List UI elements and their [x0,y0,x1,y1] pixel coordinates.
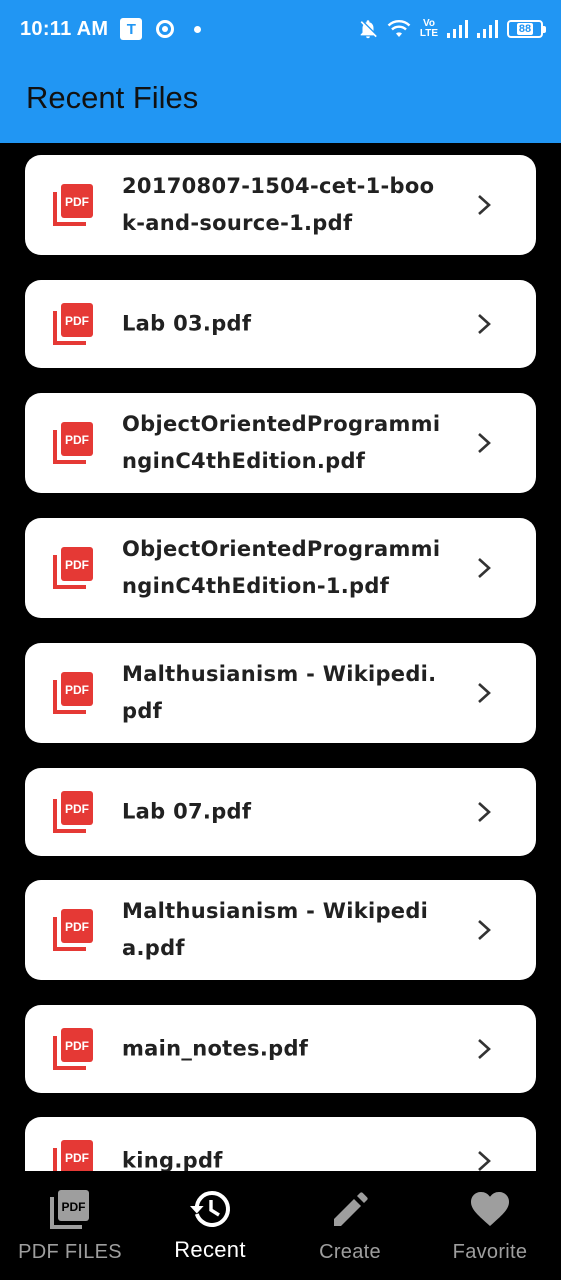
file-item[interactable]: PDF king.pdf [25,1117,536,1171]
file-item[interactable]: PDF 20170807-1504-cet-1-book-and-source-… [25,155,536,255]
file-item[interactable]: PDF Malthusianism - Wikipedi.pdf [25,643,536,743]
picture-as-pdf-icon: PDF [53,303,93,345]
file-name: main_notes.pdf [122,1036,309,1061]
svg-text:PDF: PDF [65,314,89,328]
chevron-right-icon[interactable] [475,193,493,217]
svg-text:PDF: PDF [65,558,89,572]
file-item[interactable]: PDF main_notes.pdf [25,1005,536,1093]
svg-text:PDF: PDF [65,1151,89,1165]
nav-label: Recent [174,1237,246,1262]
chevron-right-icon[interactable] [475,681,493,705]
svg-text:PDF: PDF [65,1039,89,1053]
bell-off-icon [360,20,377,39]
nav-label: PDF FILES [18,1241,122,1263]
t-app-icon: T [120,18,143,40]
chevron-right-icon[interactable] [475,800,493,824]
file-name: Lab 07.pdf [122,799,252,824]
picture-as-pdf-icon: PDF [53,791,93,833]
picture-as-pdf-icon: PDF [53,1028,93,1070]
nav-item-pdf-files[interactable]: PDF PDF FILES [0,1171,140,1280]
file-name: Malthusianism - Wikipedi.pdf [122,662,437,723]
file-name: king.pdf [122,1148,223,1172]
notification-dot-icon [194,25,202,33]
chevron-right-icon[interactable] [475,1149,493,1171]
svg-text:PDF: PDF [65,683,89,697]
picture-as-pdf-icon: PDF [53,184,93,226]
recent-files-list[interactable]: PDF 20170807-1504-cet-1-book-and-source-… [0,143,561,1171]
battery-icon: 88 [507,20,546,38]
file-name: Malthusianism - Wikipedia.pdf [122,899,429,960]
chevron-right-icon[interactable] [475,431,493,455]
battery-level: 88 [516,23,534,35]
picture-as-pdf-icon: PDF [50,1190,89,1229]
file-item[interactable]: PDF ObjectOrientedProgramminginC4thEditi… [25,393,536,493]
picture-as-pdf-icon: PDF [53,909,93,951]
picture-as-pdf-icon: PDF [53,547,93,589]
nav-item-favorite[interactable]: Favorite [420,1171,560,1280]
nav-label: Create [319,1241,381,1263]
picture-as-pdf-icon: PDF [53,1140,93,1171]
chevron-right-icon[interactable] [475,918,493,942]
svg-text:PDF: PDF [65,195,89,209]
file-name: ObjectOrientedProgramminginC4thEdition-1… [122,537,441,598]
file-item[interactable]: PDF Lab 07.pdf [25,768,536,856]
signal-icon-2 [477,20,498,38]
file-name: Lab 03.pdf [122,311,252,336]
nav-item-recent[interactable]: Recent [140,1171,280,1280]
status-time: 10:11 AM [20,17,109,40]
wifi-icon [387,20,411,37]
bottom-navigation: PDF PDF FILES Recent Create Favorite [0,1171,561,1280]
chevron-right-icon[interactable] [475,556,493,580]
chevron-right-icon[interactable] [475,312,493,336]
status-icons: Vo LTE 88 [357,18,546,40]
history-icon [190,1190,230,1227]
svg-text:PDF: PDF [65,920,89,934]
svg-text:PDF: PDF [65,433,89,447]
file-name: 20170807-1504-cet-1-book-and-source-1.pd… [122,174,435,235]
picture-as-pdf-icon: PDF [53,422,93,464]
page-title: Recent Files [26,80,199,115]
nav-item-create[interactable]: Create [280,1171,420,1280]
status-bar: 10:11 AM T Vo LTE 88 [0,0,561,58]
heart-icon [470,1191,510,1226]
volte-label: Vo LTE [419,18,439,39]
svg-text:PDF: PDF [65,802,89,816]
file-item[interactable]: PDF Lab 03.pdf [25,280,536,368]
svg-text:PDF: PDF [62,1200,86,1214]
chrome-icon [156,20,175,38]
file-item[interactable]: PDF Malthusianism - Wikipedia.pdf [25,880,536,980]
nav-label: Favorite [452,1241,528,1263]
chevron-right-icon[interactable] [475,1037,493,1061]
picture-as-pdf-icon: PDF [53,672,93,714]
app-bar: 10:11 AM T Vo LTE 88 Recent Files [0,0,561,143]
signal-icon-1 [447,20,468,38]
file-item[interactable]: PDF ObjectOrientedProgramminginC4thEditi… [25,518,536,618]
file-name: ObjectOrientedProgramminginC4thEdition.p… [122,412,441,473]
edit-pencil-icon [334,1192,368,1226]
